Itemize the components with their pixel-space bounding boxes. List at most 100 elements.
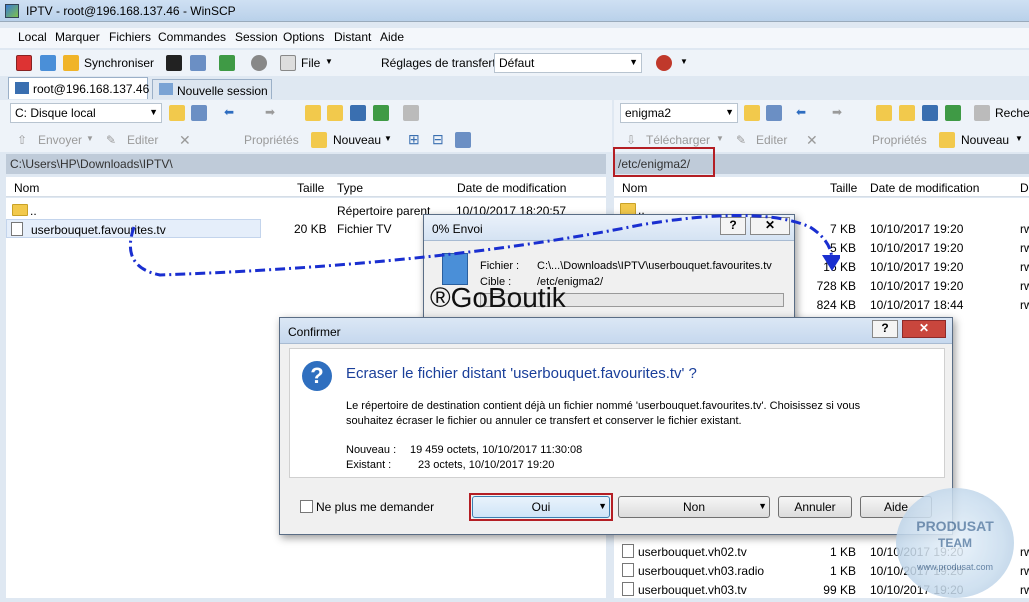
menu-bar: Local Marquer Fichiers Commandes Session… bbox=[0, 28, 1029, 48]
new-dropdown-icon[interactable]: ▼ bbox=[1015, 134, 1023, 143]
goboutik-watermark: ®GoBoutik bbox=[430, 282, 566, 313]
transfer-preset-select[interactable]: Défaut ▼ bbox=[494, 53, 642, 73]
download-dropdown-icon[interactable]: ▼ bbox=[716, 134, 724, 143]
edit-button[interactable]: Editer bbox=[756, 133, 787, 147]
menu-distant[interactable]: Distant bbox=[334, 30, 371, 44]
edit-icon: ✎ bbox=[736, 133, 747, 147]
left-drive-select[interactable]: C: Disque local ▼ bbox=[10, 103, 162, 123]
stamp-top-text: PRODUSAT bbox=[916, 518, 994, 534]
col-rights[interactable]: D bbox=[1020, 181, 1029, 195]
close-icon[interactable]: ✕ bbox=[902, 320, 946, 338]
file-date: 10/10/2017 19:20 bbox=[870, 222, 964, 236]
confirm-message: Le répertoire de destination contient dé… bbox=[346, 400, 861, 427]
synchronize-button[interactable]: Synchroniser bbox=[84, 56, 154, 70]
delete-icon[interactable]: ✕ bbox=[806, 132, 818, 149]
sync-browse-icon[interactable] bbox=[40, 55, 56, 71]
col-date[interactable]: Date de modification bbox=[457, 181, 566, 195]
new-dropdown-icon[interactable]: ▼ bbox=[384, 134, 392, 143]
left-column-header: Nom Taille Type Date de modification bbox=[6, 177, 606, 197]
no-button[interactable]: Non ▼ bbox=[618, 496, 770, 518]
refresh-icon[interactable] bbox=[373, 105, 389, 121]
home-icon[interactable] bbox=[350, 105, 366, 121]
properties-button[interactable]: Propriétés bbox=[872, 133, 927, 147]
select-minus-icon[interactable]: ⊟ bbox=[432, 131, 444, 148]
forward-arrow-icon[interactable]: ➡ bbox=[832, 105, 842, 119]
edit-icon: ✎ bbox=[106, 133, 117, 147]
console-icon[interactable] bbox=[166, 55, 182, 71]
file-dropdown-icon[interactable]: ▼ bbox=[325, 57, 333, 66]
new-file-info: 19 459 octets, 10/10/2017 11:30:08 bbox=[410, 444, 583, 456]
tab-session[interactable]: root@196.168.137.46 bbox=[8, 77, 150, 99]
menu-aide[interactable]: Aide bbox=[380, 30, 404, 44]
gear-icon[interactable] bbox=[251, 55, 267, 71]
back-arrow-icon[interactable]: ⬅ bbox=[796, 105, 806, 119]
filter-icon[interactable] bbox=[191, 105, 207, 121]
download-button[interactable]: Télécharger bbox=[646, 133, 710, 147]
home-icon[interactable] bbox=[922, 105, 938, 121]
col-type[interactable]: Type bbox=[337, 181, 363, 195]
back-arrow-icon[interactable]: ⬅ bbox=[224, 105, 234, 119]
filter-select-icon[interactable] bbox=[455, 132, 471, 148]
tab-new-session[interactable]: Nouvelle session bbox=[152, 79, 272, 99]
new-session-icon bbox=[159, 83, 173, 95]
transfer-options-icon[interactable] bbox=[656, 55, 672, 71]
transfer-arrow bbox=[128, 214, 840, 277]
compare-dirs-icon[interactable] bbox=[16, 55, 32, 71]
refresh-icon[interactable] bbox=[945, 105, 961, 121]
delete-icon[interactable]: ✕ bbox=[179, 132, 191, 149]
open-folder-icon[interactable] bbox=[744, 105, 760, 121]
col-date[interactable]: Date de modification bbox=[870, 181, 979, 195]
dont-ask-checkbox[interactable] bbox=[300, 500, 313, 513]
root-dir-icon[interactable] bbox=[327, 105, 343, 121]
no-label: Non bbox=[682, 500, 705, 514]
chevron-down-icon: ▼ bbox=[725, 107, 734, 117]
right-dir-select[interactable]: enigma2 ▼ bbox=[620, 103, 738, 123]
col-name[interactable]: Nom bbox=[14, 181, 39, 195]
parent-dir-icon[interactable] bbox=[305, 105, 321, 121]
filter-icon[interactable] bbox=[766, 105, 782, 121]
file-menu-icon[interactable] bbox=[280, 55, 296, 71]
tv-file-icon bbox=[622, 544, 634, 558]
send-button[interactable]: Envoyer bbox=[38, 133, 82, 147]
refresh-queue-icon[interactable] bbox=[219, 55, 235, 71]
radio-file-icon bbox=[622, 563, 634, 577]
edit-button[interactable]: Editer bbox=[127, 133, 158, 147]
tv-file-icon bbox=[11, 222, 23, 236]
find-files-icon[interactable] bbox=[403, 105, 419, 121]
send-dropdown-icon[interactable]: ▼ bbox=[86, 134, 94, 143]
file-name: userbouquet.vh03.radio bbox=[638, 564, 765, 578]
menu-options[interactable]: Options bbox=[283, 30, 324, 44]
open-folder-icon[interactable] bbox=[169, 105, 185, 121]
menu-commandes[interactable]: Commandes bbox=[158, 30, 226, 44]
putty-icon[interactable] bbox=[190, 55, 206, 71]
menu-session[interactable]: Session bbox=[235, 30, 278, 44]
left-path-bar[interactable]: C:\Users\HP\Downloads\IPTV\ bbox=[6, 154, 606, 174]
confirm-title-bar: Confirmer ? ✕ bbox=[280, 318, 952, 344]
menu-local[interactable]: Local bbox=[18, 30, 47, 44]
menu-marquer[interactable]: Marquer bbox=[55, 30, 100, 44]
cancel-button[interactable]: Annuler bbox=[778, 496, 852, 518]
forward-arrow-icon[interactable]: ➡ bbox=[265, 105, 275, 119]
existing-file-label: Existant : bbox=[346, 459, 392, 471]
help-icon[interactable]: ? bbox=[872, 320, 898, 338]
col-size[interactable]: Taille bbox=[297, 181, 324, 195]
col-size[interactable]: Taille bbox=[830, 181, 857, 195]
root-dir-icon[interactable] bbox=[899, 105, 915, 121]
options-dropdown-icon[interactable]: ▼ bbox=[680, 57, 688, 66]
download-icon: ⇩ bbox=[626, 133, 637, 147]
file-rights: rw bbox=[1020, 279, 1029, 293]
col-name[interactable]: Nom bbox=[622, 181, 647, 195]
find-files-icon[interactable] bbox=[974, 105, 990, 121]
file-button[interactable]: File bbox=[301, 56, 320, 70]
parent-dir-icon[interactable] bbox=[876, 105, 892, 121]
synchronize-icon[interactable] bbox=[63, 55, 79, 71]
new-button[interactable]: Nouveau bbox=[961, 133, 1009, 147]
search-button[interactable]: Reche bbox=[995, 106, 1029, 120]
tab-session-label: root@196.168.137.46 bbox=[33, 82, 150, 96]
file-rights: rw bbox=[1020, 222, 1029, 236]
select-plus-icon[interactable]: ⊞ bbox=[408, 131, 420, 148]
properties-button[interactable]: Propriétés bbox=[244, 133, 299, 147]
new-button[interactable]: Nouveau bbox=[333, 133, 381, 147]
chevron-down-icon[interactable]: ▼ bbox=[758, 501, 767, 511]
menu-fichiers[interactable]: Fichiers bbox=[109, 30, 151, 44]
